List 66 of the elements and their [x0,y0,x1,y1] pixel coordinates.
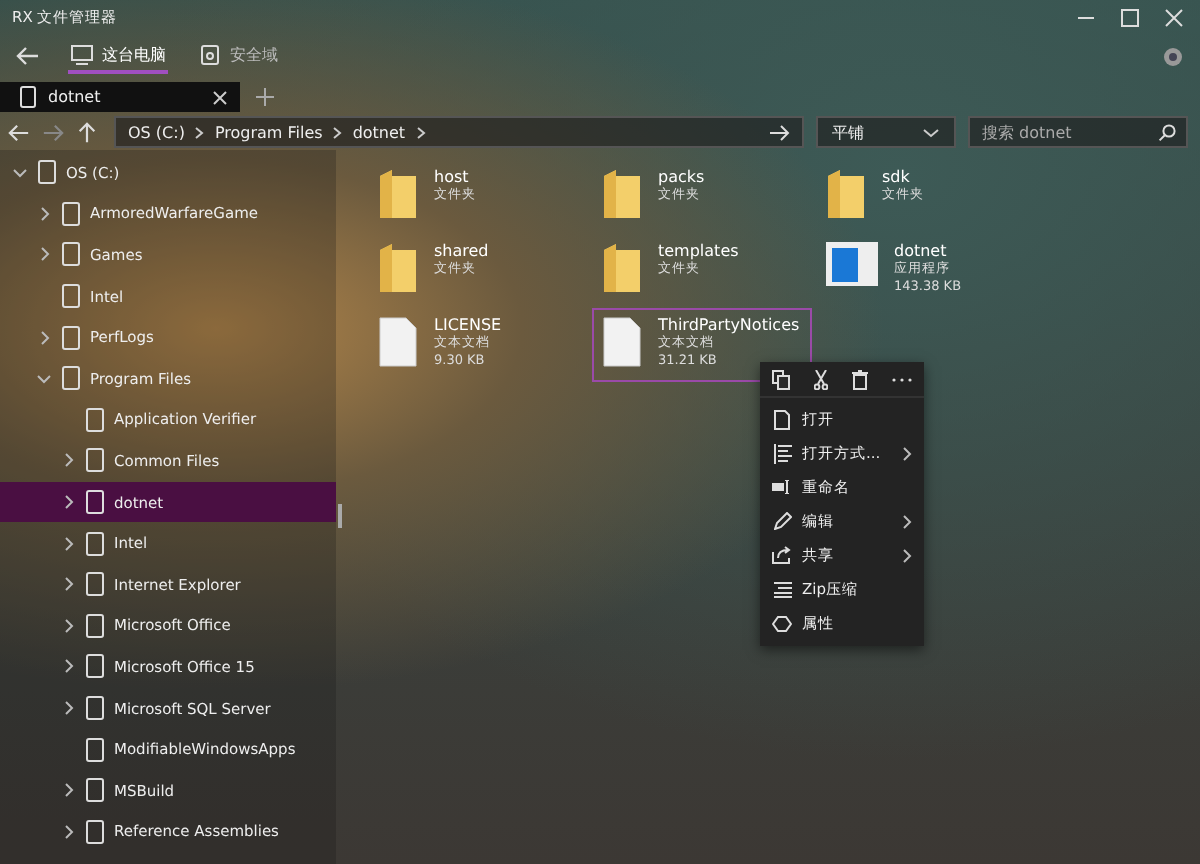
document-icon [20,86,36,108]
chevron-right-icon[interactable] [39,205,49,222]
pencil-icon [773,512,791,530]
chevron-right-icon [194,125,205,139]
scissors-icon[interactable] [814,369,828,389]
folder-icon [378,168,418,220]
nav-tab[interactable]: 这台电脑 [68,39,168,73]
tab[interactable]: dotnet [0,82,240,112]
add-tab-icon[interactable] [256,88,274,106]
up-arrow-icon[interactable] [76,121,98,143]
rename-icon [772,480,792,494]
computer-icon [70,43,94,65]
chevron-down-icon[interactable] [36,373,52,384]
go-arrow-icon[interactable] [770,123,790,141]
folder-icon [826,168,866,220]
chevron-right-icon [415,125,426,139]
folder-icon [602,168,642,220]
back-arrow-icon[interactable] [8,121,30,143]
file-name: packs [658,168,705,186]
chevron-right-icon[interactable] [63,576,73,593]
properties-icon [772,615,792,631]
document-icon [602,316,642,368]
chevron-down-icon [922,127,940,137]
document-icon [378,316,418,368]
search-field[interactable]: 搜索 dotnet [968,116,1188,148]
chevron-down-icon[interactable] [12,167,28,178]
trash-icon[interactable] [852,369,868,389]
chevron-right-icon[interactable] [63,658,73,675]
file-name: templates [658,242,739,260]
folder-icon [602,242,642,294]
file-name: sdk [882,168,912,186]
file-name: shared [434,242,489,260]
chevron-right-icon[interactable] [39,329,49,346]
file-name: ThirdPartyNotices [658,316,800,334]
chevron-right-icon[interactable] [63,452,73,469]
folder-icon [378,242,418,294]
archive-icon [773,581,791,597]
close-icon[interactable] [1164,8,1184,28]
breadcrumb[interactable]: dotnet [352,123,406,141]
chevron-right-icon[interactable] [63,535,73,552]
settings-icon[interactable] [1162,45,1184,67]
chevron-right-icon [332,125,343,139]
page-icon [774,409,790,429]
close-icon[interactable] [212,89,228,105]
file-name: host [434,168,471,186]
file-name: LICENSE [434,316,502,334]
breadcrumb[interactable]: Program Files [214,123,323,141]
shield-icon [198,43,222,65]
chevron-right-icon[interactable] [63,782,73,799]
chevron-right-icon[interactable] [63,494,73,511]
address-bar[interactable]: OS (C:) Program Files dotnet [114,116,804,148]
copy-icon[interactable] [772,369,790,389]
application-icon [826,242,878,286]
chevron-right-icon[interactable] [63,823,73,840]
share-icon [772,546,792,564]
back-arrow-icon[interactable] [16,44,40,68]
breadcrumb[interactable]: OS (C:) [128,123,185,141]
chevron-right-icon[interactable] [39,246,49,263]
maximize-icon[interactable] [1120,8,1140,28]
list-icon [773,443,791,463]
chevron-right-icon[interactable] [63,617,73,634]
chevron-right-icon[interactable] [63,700,73,717]
file-name: dotnet [894,242,949,260]
view-dropdown[interactable]: 平铺 [816,116,956,148]
search-icon [1158,123,1176,141]
nav-tab[interactable]: 安全域 [196,39,280,73]
